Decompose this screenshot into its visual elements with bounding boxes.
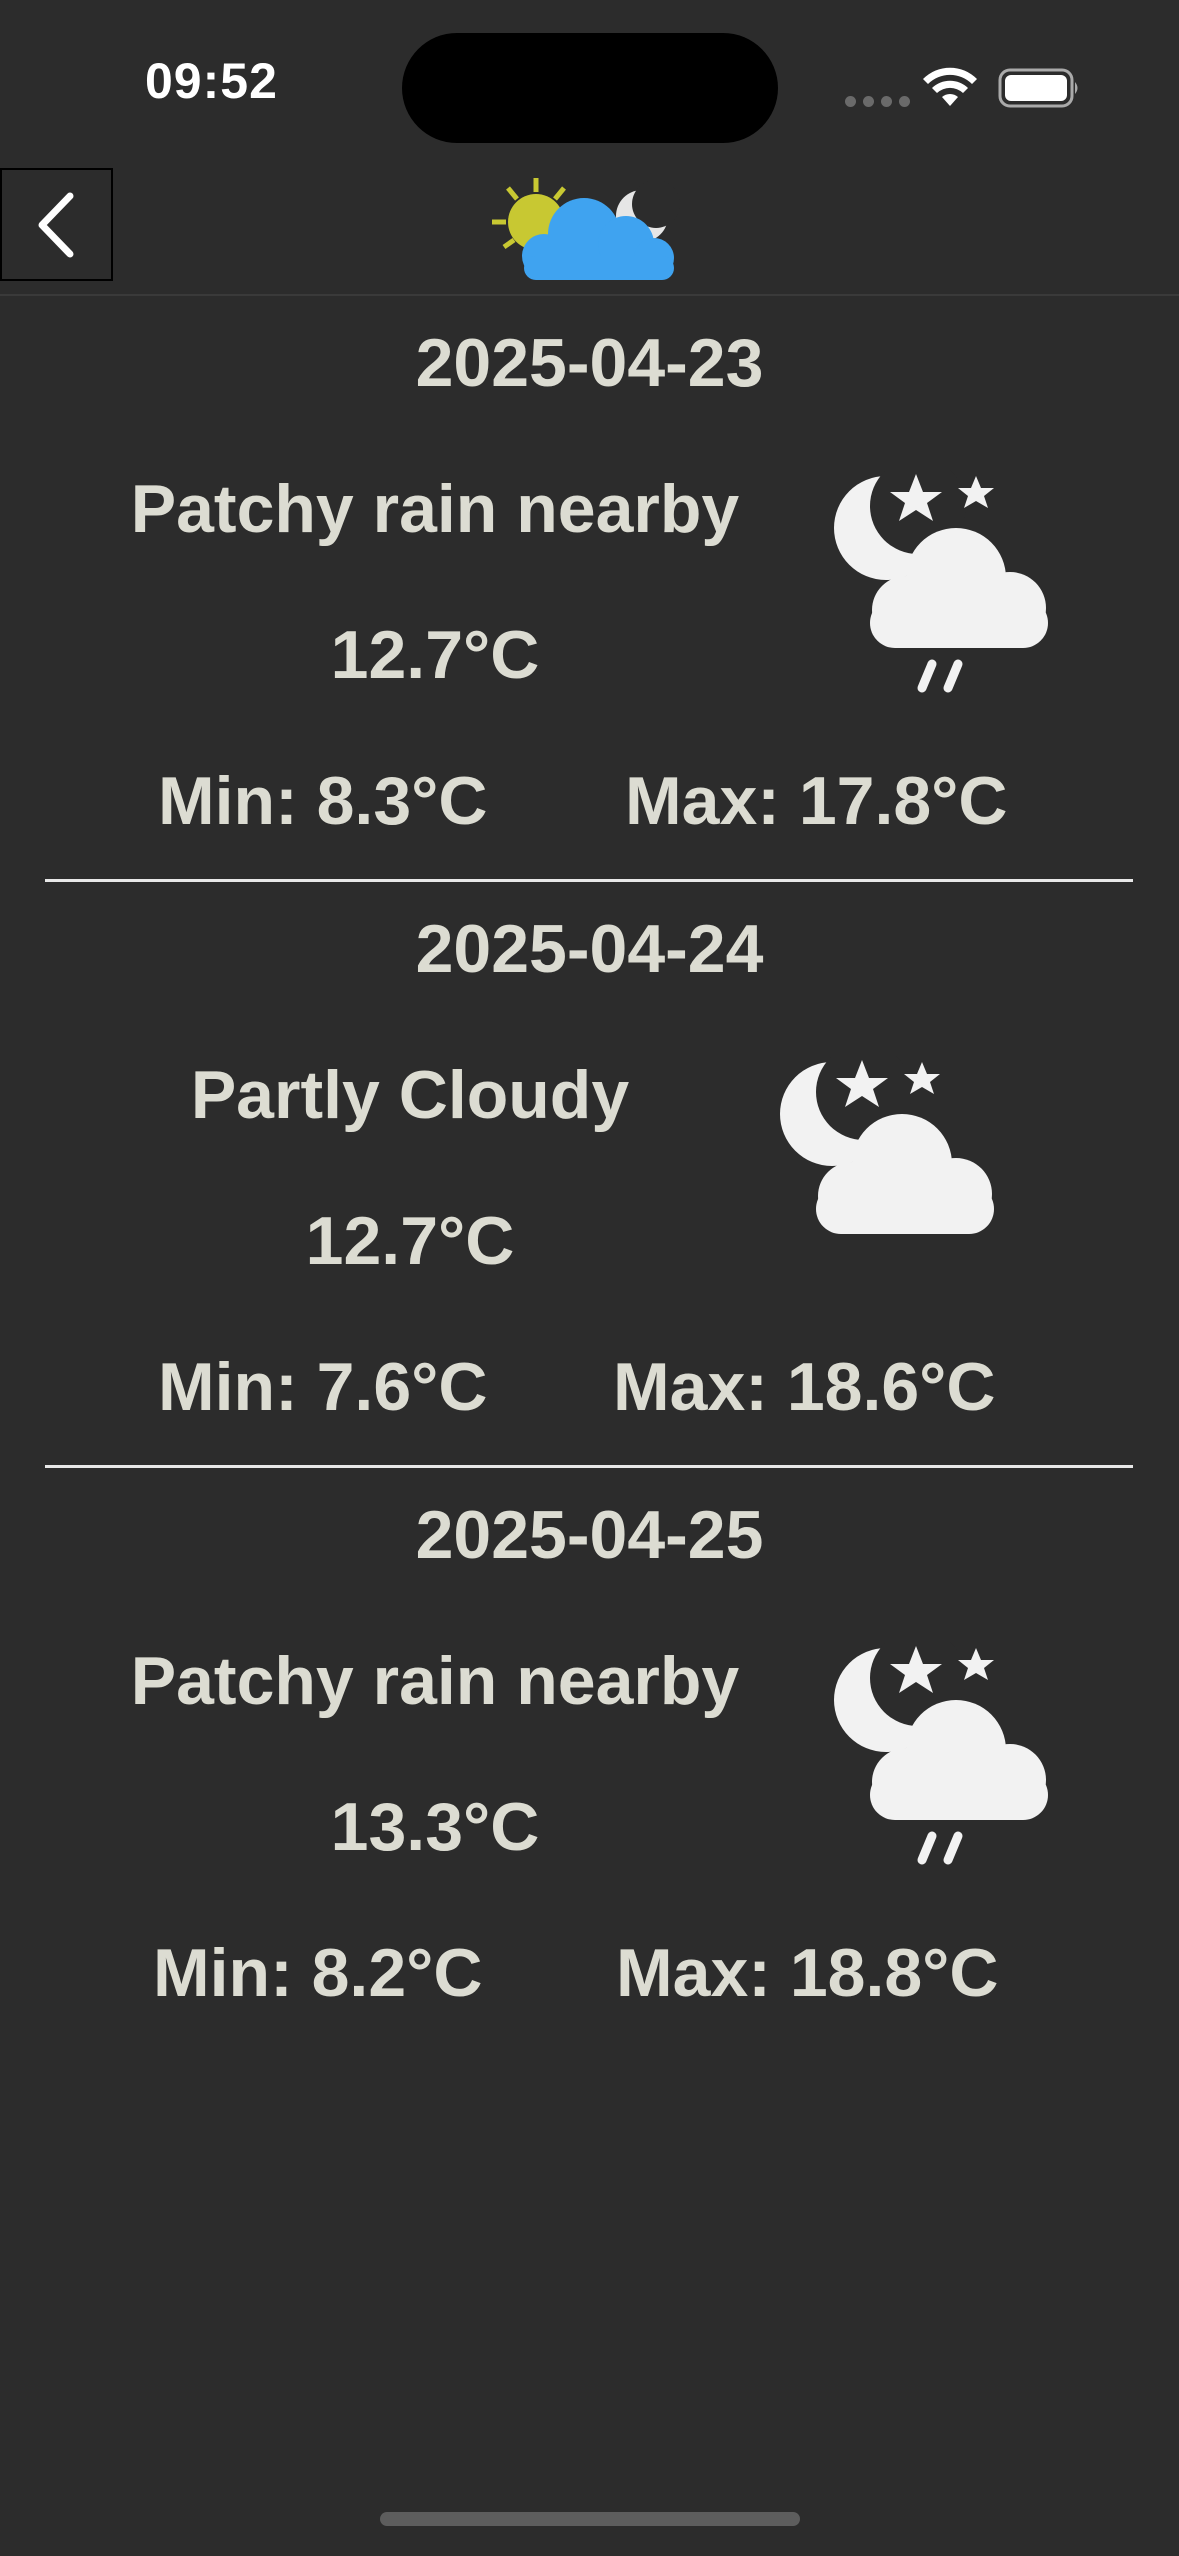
forecast-day: 2025-04-25 Patchy rain nearby 13.3°C Min… xyxy=(0,1468,1179,2054)
forecast-list[interactable]: 2025-04-23 Patchy rain nearby 12.7°C Min… xyxy=(0,296,1179,2054)
dynamic-island xyxy=(402,33,778,143)
sun-cloud-moon-icon xyxy=(492,178,680,280)
forecast-min-temperature: Min: 7.6°C xyxy=(158,1349,488,1425)
forecast-max-temperature: Max: 18.8°C xyxy=(616,1935,999,2011)
status-bar: 09:52 xyxy=(0,0,1179,160)
battery-icon xyxy=(998,68,1078,108)
night-rain-icon xyxy=(834,1642,1048,1865)
forecast-date: 2025-04-23 xyxy=(415,325,764,401)
chevron-left-icon xyxy=(38,192,73,257)
forecast-date: 2025-04-24 xyxy=(415,911,764,987)
forecast-temperature: 12.7°C xyxy=(330,617,540,693)
home-indicator[interactable] xyxy=(380,2512,800,2526)
forecast-day: 2025-04-24 Partly Cloudy 12.7°C Min: 7.6… xyxy=(0,882,1179,1468)
night-rain-icon xyxy=(834,470,1048,693)
forecast-max-temperature: Max: 18.6°C xyxy=(613,1349,996,1425)
status-time: 09:52 xyxy=(145,53,278,109)
night-partly-cloudy-icon xyxy=(780,1056,994,1234)
wifi-icon xyxy=(923,67,977,106)
forecast-max-temperature: Max: 17.8°C xyxy=(625,763,1008,839)
forecast-min-temperature: Min: 8.3°C xyxy=(158,763,488,839)
back-button[interactable] xyxy=(0,168,113,281)
forecast-temperature: 13.3°C xyxy=(330,1789,540,1865)
forecast-date: 2025-04-25 xyxy=(415,1497,764,1573)
cellular-signal-icon xyxy=(845,96,910,107)
forecast-temperature: 12.7°C xyxy=(305,1203,515,1279)
forecast-condition: Patchy rain nearby xyxy=(130,1643,740,1719)
forecast-min-temperature: Min: 8.2°C xyxy=(153,1935,483,2011)
forecast-condition: Partly Cloudy xyxy=(190,1057,630,1133)
forecast-condition: Patchy rain nearby xyxy=(130,471,740,547)
forecast-day: 2025-04-23 Patchy rain nearby 12.7°C Min… xyxy=(0,296,1179,882)
navigation-bar xyxy=(0,160,1179,296)
